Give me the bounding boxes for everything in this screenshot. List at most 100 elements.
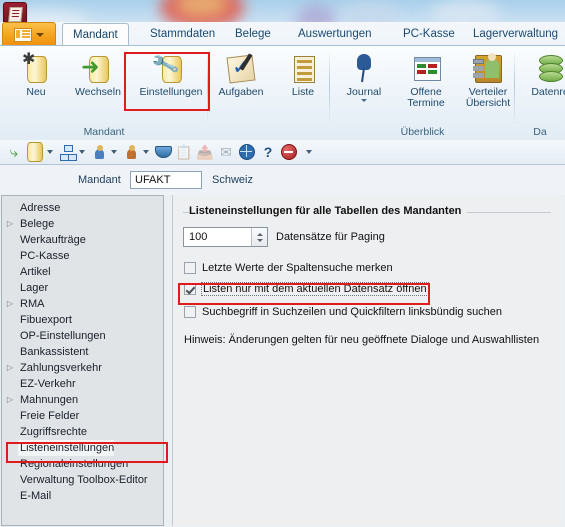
overflow-icon[interactable]	[306, 150, 312, 154]
stepper-arrows[interactable]	[251, 228, 267, 246]
sidebar-item-label: Adresse	[20, 202, 61, 214]
paging-stepper[interactable]: 100	[183, 227, 268, 247]
sidebar-item[interactable]: Freie Felder	[2, 408, 163, 424]
sidebar-item[interactable]: ▷ Mahnungen	[2, 392, 163, 408]
tab-stammdaten[interactable]: Stammdaten	[140, 24, 225, 45]
sidebar-item[interactable]: Artikel	[2, 264, 163, 280]
ribbon-button-journal[interactable]: Journal	[333, 48, 395, 102]
sidebar-item-label: Lager	[20, 282, 49, 294]
content-area: Adresse ▷ Belege Werkaufträge PC-Kasse Artike…	[0, 195, 565, 527]
sidebar-item[interactable]: Fibuexport	[2, 312, 163, 328]
ribbon-button-verteiler-uebersicht[interactable]: Verteiler Übersicht	[457, 48, 519, 109]
sidebar-item[interactable]: E-Mail	[2, 488, 163, 504]
sidebar-item[interactable]: ▷ RMA	[2, 296, 163, 312]
sidebar-item[interactable]: ▷ Belege	[2, 216, 163, 232]
tasks-icon: ✓	[225, 52, 257, 84]
chevron-down-icon[interactable]	[47, 150, 53, 154]
checkbox-label: Suchbegriff in Suchzeilen und Quickfilte…	[202, 306, 503, 318]
settings-panel: Listeneinstellungen für alle Tabellen de…	[172, 195, 564, 526]
checkbox-aktueller-datensatz[interactable]	[184, 283, 196, 295]
tab-label: Lagerverwaltung	[473, 28, 559, 40]
mandant-country-label: Schweiz	[212, 174, 253, 186]
user-blue-icon[interactable]	[89, 142, 109, 162]
ribbon-button-wechseln[interactable]: ➜ Wechseln	[67, 48, 129, 98]
ribbon-button-datenreorganisation[interactable]: Datenre	[519, 48, 565, 98]
copy-icon[interactable]: 📋	[174, 142, 194, 162]
chevron-down-icon[interactable]	[111, 150, 117, 154]
tab-mandant[interactable]: Mandant	[62, 23, 129, 47]
sidebar-item[interactable]: Lager	[2, 280, 163, 296]
menu-grid-icon	[14, 27, 32, 42]
group-box: Listeneinstellungen für alle Tabellen de…	[183, 205, 551, 217]
tab-label: PC-Kasse	[403, 28, 455, 40]
tab-auswertungen[interactable]: Auswertungen	[288, 24, 382, 45]
new-client-icon: ✱	[20, 52, 52, 84]
ribbon-button-aufgaben[interactable]: ✓ Aufgaben	[210, 48, 272, 98]
chevron-right-icon[interactable]: ▷	[2, 216, 18, 232]
checkbox-row-suchbegriff[interactable]: Suchbegriff in Suchzeilen und Quickfilte…	[184, 306, 502, 318]
sidebar-item[interactable]: Adresse	[2, 200, 163, 216]
checkbox-spaltensuche[interactable]	[184, 262, 196, 274]
send-mail-icon[interactable]: ✉	[216, 142, 236, 162]
chevron-right-icon[interactable]: ▷	[2, 360, 18, 376]
sidebar-item-label: RMA	[20, 298, 45, 310]
tab-label: Auswertungen	[298, 28, 372, 40]
ribbon-group-ueberblick: Journal Offene Termine Verteiler Übersic…	[330, 46, 515, 140]
tab-pc-kasse[interactable]: PC-Kasse	[393, 24, 465, 45]
quick-toolbar: ⤷ 📋 📤 ✉ ?	[0, 140, 565, 165]
sidebar-item[interactable]: Listeneinstellungen	[2, 440, 163, 456]
ribbon-button-label: Offene Termine	[407, 86, 445, 109]
paging-value[interactable]: 100	[184, 231, 251, 243]
client-settings-icon[interactable]	[25, 142, 45, 162]
tab-lagerverwaltung[interactable]: Lagerverwaltung	[463, 24, 565, 45]
chevron-down-icon[interactable]	[361, 99, 367, 102]
mandant-label: Mandant	[78, 174, 121, 186]
ribbon-button-offene-termine[interactable]: Offene Termine	[395, 48, 457, 109]
sidebar-item[interactable]: Bankassistent	[2, 344, 163, 360]
ribbon-button-label: Journal	[346, 86, 382, 98]
sidebar-item[interactable]: Verwaltung Toolbox-Editor	[2, 472, 163, 488]
hint-text: Hinweis: Änderungen gelten für neu geöff…	[184, 334, 540, 346]
database-icon	[534, 52, 565, 84]
inbox-icon[interactable]	[153, 142, 173, 162]
ribbon-menu-button[interactable]	[2, 22, 56, 46]
chevron-right-icon[interactable]: ▷	[2, 296, 18, 312]
chevron-down-icon[interactable]	[79, 150, 85, 154]
ribbon-button-neu[interactable]: ✱ Neu	[5, 48, 67, 98]
checkbox-suchbegriff[interactable]	[184, 306, 196, 318]
export-icon[interactable]: 📤	[195, 142, 215, 162]
globe-icon[interactable]	[237, 142, 257, 162]
checkbox-row-aktueller-datensatz[interactable]: Listen nur mit dem aktuellen Datensatz ö…	[184, 282, 429, 296]
switch-client-icon: ➜	[81, 52, 114, 84]
ribbon-button-label: Neu	[26, 86, 46, 98]
mandant-input[interactable]	[130, 171, 202, 189]
chevron-right-icon[interactable]: ▷	[2, 392, 18, 408]
ribbon-button-liste[interactable]: Liste	[272, 48, 334, 98]
ribbon-group-aufgaben: ✓ Aufgaben Liste	[208, 46, 330, 140]
stop-icon[interactable]	[279, 142, 299, 162]
ribbon-group-label: Da	[533, 126, 547, 138]
sidebar-item[interactable]: EZ-Verkehr	[2, 376, 163, 392]
help-icon[interactable]: ?	[258, 142, 278, 162]
sidebar-item[interactable]: Werkaufträge	[2, 232, 163, 248]
sidebar-item-label: Werkaufträge	[20, 234, 86, 246]
sidebar-item[interactable]: Regionaleinstellungen	[2, 456, 163, 472]
hierarchy-icon[interactable]	[57, 142, 77, 162]
sidebar-item[interactable]: OP-Einstellungen	[2, 328, 163, 344]
settings-tree[interactable]: Adresse ▷ Belege Werkaufträge PC-Kasse Artike…	[1, 195, 164, 526]
ribbon-button-einstellungen[interactable]: 🔧 Einstellungen	[129, 48, 213, 98]
ribbon-button-label: Liste	[291, 86, 315, 98]
back-icon[interactable]: ⤷	[4, 142, 24, 162]
tab-belege[interactable]: Belege	[225, 24, 281, 45]
chevron-down-icon[interactable]	[143, 150, 149, 154]
sidebar-item[interactable]: Zugriffsrechte	[2, 424, 163, 440]
tab-label: Belege	[235, 28, 271, 40]
ribbon-button-label: Wechseln	[75, 86, 121, 98]
ribbon: Mandant Stammdaten Belege Auswertungen P…	[0, 22, 565, 141]
sidebar-item[interactable]: PC-Kasse	[2, 248, 163, 264]
ribbon-group-label: Mandant	[83, 126, 125, 138]
sidebar-item[interactable]: ▷ Zahlungsverkehr	[2, 360, 163, 376]
checkbox-row-spaltensuche[interactable]: Letzte Werte der Spaltensuche merken	[184, 262, 393, 274]
user-orange-icon[interactable]	[121, 142, 141, 162]
ribbon-group-mandant: ✱ Neu ➜ Wechseln 🔧 Einstellungen Mandant	[0, 46, 208, 140]
